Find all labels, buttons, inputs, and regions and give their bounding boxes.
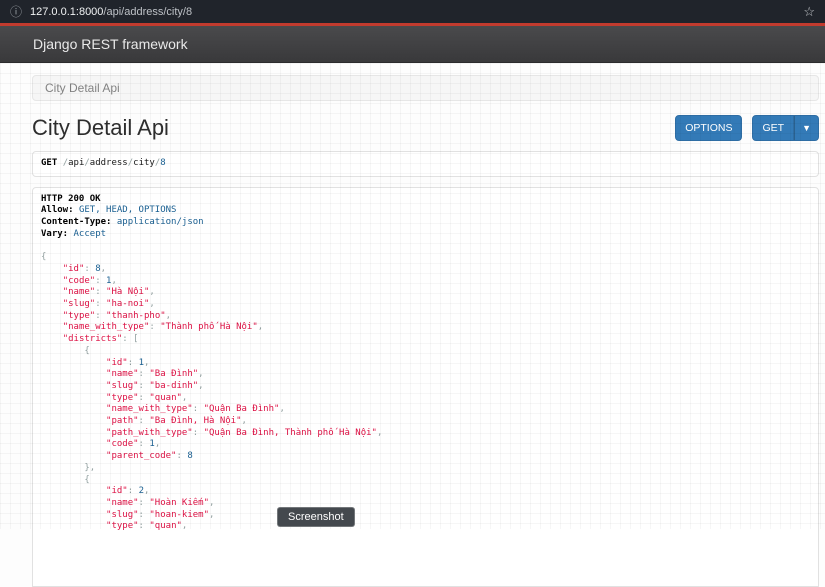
response-headers: Allow: GET, HEAD, OPTIONSContent-Type: a…: [41, 205, 810, 240]
drf-navbar: Django REST framework: [0, 26, 825, 63]
code-line: "name": "Ba Đình",: [41, 369, 810, 381]
code-line: "path_with_type": "Quận Ba Đình, Thành p…: [41, 428, 810, 440]
response-header-line: Allow: GET, HEAD, OPTIONS: [41, 205, 810, 217]
page-title: City Detail Api: [32, 115, 169, 141]
code-line: },: [41, 463, 810, 475]
title-row: City Detail Api OPTIONS GET ▼: [32, 115, 819, 141]
options-button[interactable]: OPTIONS: [675, 115, 742, 141]
navbar-brand-link[interactable]: Django REST framework: [33, 36, 188, 52]
response-status: HTTP 200 OK: [41, 194, 810, 206]
breadcrumb-item: City Detail Api: [32, 75, 819, 101]
page-info-icon[interactable]: ⓘ: [10, 3, 22, 20]
code-line: "parent_code": 8: [41, 451, 810, 463]
url-path: /api/address/city/8: [103, 6, 192, 18]
response-info-box: HTTP 200 OK Allow: GET, HEAD, OPTIONSCon…: [32, 187, 819, 587]
action-buttons: OPTIONS GET ▼: [675, 115, 819, 141]
code-line: "name": "Hoàn Kiếm",: [41, 498, 810, 510]
code-line: "name_with_type": "Thành phố Hà Nội",: [41, 322, 810, 334]
request-method: GET: [41, 158, 57, 168]
caret-down-icon: ▼: [802, 122, 811, 134]
code-line: "type": "quan",: [41, 393, 810, 405]
url-host: 127.0.0.1:8000: [30, 6, 103, 18]
address-bar[interactable]: 127.0.0.1:8000/api/address/city/8: [30, 6, 795, 18]
code-line: "code": 1,: [41, 276, 810, 288]
code-line: "type": "thanh-pho",: [41, 311, 810, 323]
response-header-line: Content-Type: application/json: [41, 217, 810, 229]
get-button[interactable]: GET: [752, 115, 794, 141]
code-line: "districts": [: [41, 334, 810, 346]
code-line: "id": 8,: [41, 264, 810, 276]
response-header-line: Vary: Accept: [41, 229, 810, 241]
code-line: "id": 1,: [41, 358, 810, 370]
browser-chrome: ⓘ 127.0.0.1:8000/api/address/city/8 ☆: [0, 0, 825, 23]
request-line: GET /api/address/city/8: [41, 158, 810, 170]
code-line: {: [41, 475, 810, 487]
code-line: "id": 2,: [41, 486, 810, 498]
code-line: "path": "Ba Đình, Hà Nội",: [41, 416, 810, 428]
bookmark-star-icon[interactable]: ☆: [803, 4, 815, 20]
code-line: "slug": "hoan-kiem",: [41, 510, 810, 522]
main-content: City Detail Api OPTIONS GET ▼ GET /api/a…: [0, 115, 825, 587]
code-line: "type": "quan",: [41, 521, 810, 533]
request-path: /api/address/city/8: [63, 158, 166, 168]
code-line: "slug": "ba-dinh",: [41, 381, 810, 393]
code-line: "slug": "ha-noi",: [41, 299, 810, 311]
breadcrumb-bar: City Detail Api: [0, 63, 825, 109]
get-dropdown-button[interactable]: ▼: [794, 115, 819, 141]
screenshot-badge: Screenshot: [277, 507, 355, 527]
request-info-box: GET /api/address/city/8: [32, 151, 819, 177]
code-line: "name": "Hà Nội",: [41, 287, 810, 299]
response-body: { "id": 8, "code": 1, "name": "Hà Nội", …: [41, 252, 810, 533]
code-line: {: [41, 252, 810, 264]
code-line: "code": 1,: [41, 439, 810, 451]
get-button-group: GET ▼: [752, 115, 819, 141]
code-line: "name_with_type": "Quận Ba Đình",: [41, 404, 810, 416]
code-line: {: [41, 346, 810, 358]
